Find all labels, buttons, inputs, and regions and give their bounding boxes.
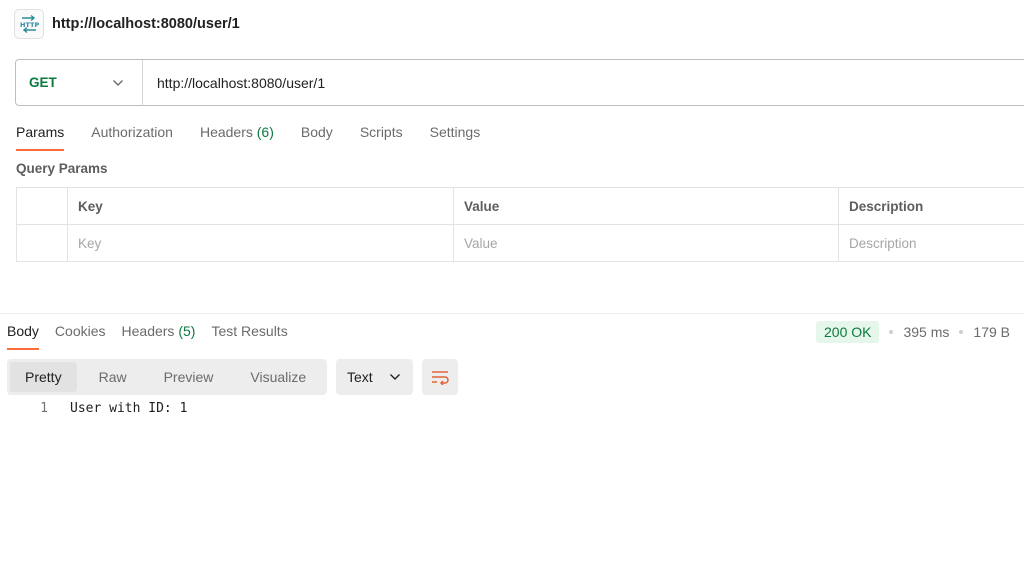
tab-label: Scripts (359, 124, 403, 140)
tab-headers[interactable]: Headers (6) (200, 121, 274, 151)
key-input[interactable]: Key (67, 224, 454, 262)
column-header-value: Value (453, 187, 839, 225)
separator-dot (889, 330, 894, 334)
response-body-editor[interactable]: 1 User with ID: 1 (0, 401, 187, 416)
request-header: HTTP http://localhost:8080/user/1 (14, 8, 240, 40)
headers-count: (6) (256, 124, 274, 140)
checkbox-column-header (16, 187, 68, 225)
method-select[interactable]: GET (16, 60, 143, 105)
body-type-select[interactable]: Text (336, 359, 413, 395)
line-number: 1 (40, 401, 48, 416)
chevron-down-icon (113, 79, 123, 86)
row-checkbox-cell (16, 224, 68, 262)
response-size[interactable]: 179 B (973, 324, 1010, 340)
tab-cookies[interactable]: Cookies (55, 320, 106, 350)
response-time[interactable]: 395 ms (903, 324, 949, 340)
column-header-key: Key (67, 187, 454, 225)
tab-response-headers[interactable]: Headers (5) (122, 320, 196, 350)
tab-scripts[interactable]: Scripts (360, 121, 403, 151)
url-bar: GET http://localhost:8080/user/1 (15, 59, 1024, 106)
separator-dot (959, 330, 964, 334)
format-raw[interactable]: Raw (84, 362, 142, 392)
tab-label: Settings (429, 124, 481, 140)
response-line: User with ID: 1 (70, 401, 188, 416)
tab-label: Headers (199, 124, 253, 140)
tab-label: Authorization (91, 124, 173, 140)
tab-body[interactable]: Body (301, 121, 333, 151)
wrap-lines-button[interactable] (422, 359, 458, 395)
format-segmented-control: Pretty Raw Preview Visualize (7, 359, 327, 395)
http-request-icon: HTTP (14, 9, 44, 39)
svg-text:HTTP: HTTP (20, 21, 39, 29)
value-input[interactable]: Value (453, 224, 839, 262)
tab-label: Body (7, 323, 39, 339)
table-header-row: Key Value Description (16, 187, 1024, 225)
pane-divider[interactable] (0, 313, 1024, 314)
format-visualize[interactable]: Visualize (235, 362, 321, 392)
request-tabs: Params Authorization Headers (6) Body Sc… (16, 121, 507, 151)
query-params-table: Key Value Description Key Value Descript… (16, 187, 1024, 262)
tab-label: Test Results (211, 323, 288, 339)
response-headers-count: (5) (178, 323, 196, 339)
tab-label: Params (16, 124, 65, 140)
response-status-bar: 200 OK 395 ms 179 B (816, 320, 1010, 344)
tab-authorization[interactable]: Authorization (91, 121, 173, 151)
url-input[interactable]: http://localhost:8080/user/1 (143, 75, 325, 91)
tab-label: Body (300, 124, 333, 140)
wrap-lines-icon (432, 371, 449, 385)
tab-label: Cookies (54, 323, 106, 339)
response-tabs: Body Cookies Headers (5) Test Results (7, 320, 304, 350)
tab-settings[interactable]: Settings (430, 121, 481, 151)
query-params-title: Query Params (16, 161, 108, 176)
body-type-label: Text (347, 369, 373, 385)
tab-test-results[interactable]: Test Results (211, 320, 287, 350)
method-label: GET (29, 75, 57, 90)
tab-label: Headers (121, 323, 175, 339)
format-preview[interactable]: Preview (149, 362, 229, 392)
format-pretty[interactable]: Pretty (10, 362, 77, 392)
description-input[interactable]: Description (838, 224, 1024, 262)
table-row: Key Value Description (16, 224, 1024, 262)
tab-response-body[interactable]: Body (7, 320, 39, 350)
request-title[interactable]: http://localhost:8080/user/1 (52, 16, 240, 32)
column-header-description: Description (838, 187, 1024, 225)
tab-params[interactable]: Params (16, 121, 65, 151)
chevron-down-icon (390, 374, 400, 380)
status-badge[interactable]: 200 OK (816, 321, 880, 343)
